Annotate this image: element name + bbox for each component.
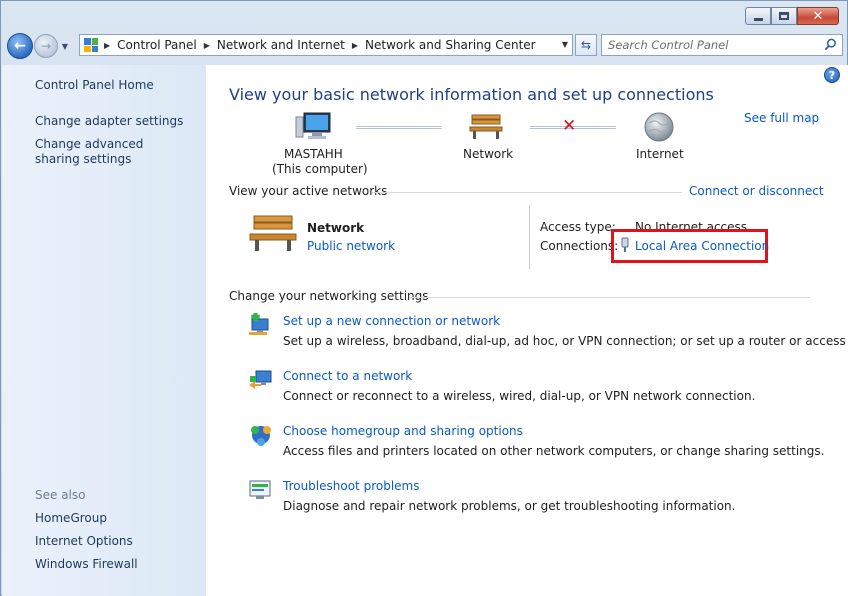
sidebar-link-control-panel-home[interactable]: Control Panel Home <box>35 78 154 93</box>
connect-network-icon <box>249 370 272 389</box>
breadcrumb-control-panel[interactable]: Control Panel <box>117 38 197 52</box>
back-button[interactable]: ← <box>7 33 33 59</box>
connect-or-disconnect-link[interactable]: Connect or disconnect <box>689 184 824 198</box>
search-icon[interactable] <box>824 38 837 51</box>
sidebar-link-homegroup[interactable]: HomeGroup <box>35 511 107 526</box>
task-desc-troubleshoot: Diagnose and repair network problems, or… <box>283 499 736 513</box>
networking-settings-heading: Change your networking settings <box>229 289 429 303</box>
close-icon: ✕ <box>812 8 824 24</box>
network-label: Network <box>463 147 514 161</box>
control-panel-icon <box>84 38 98 52</box>
task-desc-new-connection: Set up a wireless, broadband, dial-up, a… <box>283 334 848 348</box>
internet-label: Internet <box>636 147 684 161</box>
local-area-connection-link[interactable]: Local Area Connection <box>635 239 769 253</box>
minimize-button[interactable] <box>745 7 771 25</box>
arrow-left-icon: ← <box>14 38 26 54</box>
sidebar-link-change-advanced-sharing[interactable]: Change advanced sharing settings <box>35 137 185 167</box>
address-dropdown-icon[interactable]: ▼ <box>562 40 568 49</box>
bench-large-icon <box>249 215 297 251</box>
maximize-button[interactable] <box>771 7 797 25</box>
vertical-divider <box>529 205 530 269</box>
task-desc-connect-network: Connect or reconnect to a wireless, wire… <box>283 389 756 403</box>
active-networks-heading: View your active networks <box>229 184 388 198</box>
disconnected-x-icon[interactable]: ✕ <box>562 116 576 136</box>
computer-subtitle: (This computer) <box>272 162 368 176</box>
chevron-right-icon[interactable]: ▶ <box>352 41 358 50</box>
search-input[interactable] <box>608 38 808 52</box>
refresh-button[interactable]: ⇆ <box>575 34 597 56</box>
sidebar-link-windows-firewall[interactable]: Windows Firewall <box>35 557 138 572</box>
page-title: View your basic network information and … <box>229 85 714 104</box>
caption-buttons: ✕ <box>745 7 839 25</box>
section-divider <box>410 297 810 298</box>
task-link-connect-network[interactable]: Connect to a network <box>283 369 412 383</box>
help-icon: ? <box>828 68 836 82</box>
homegroup-icon <box>251 426 271 446</box>
bench-icon <box>469 114 503 139</box>
address-bar[interactable]: ▶ Control Panel ▶ Network and Internet ▶… <box>79 34 573 56</box>
see-also-heading: See also <box>35 488 86 502</box>
connection-line <box>356 126 442 129</box>
window-frame: ✕ ← → ▼ ▶ Control Panel ▶ Network and In… <box>0 0 848 596</box>
minimize-icon <box>753 17 763 21</box>
chevron-right-icon[interactable]: ▶ <box>104 41 110 50</box>
active-network-name: Network <box>307 221 365 235</box>
sidebar-link-internet-options[interactable]: Internet Options <box>35 534 133 549</box>
main-content: ? View your basic network information an… <box>206 65 848 596</box>
forward-button[interactable]: → <box>34 34 58 58</box>
search-box[interactable] <box>601 34 843 56</box>
sidebar-link-change-adapter-settings[interactable]: Change adapter settings <box>35 114 183 129</box>
task-desc-homegroup: Access files and printers located on oth… <box>283 444 825 458</box>
task-link-homegroup[interactable]: Choose homegroup and sharing options <box>283 424 523 438</box>
refresh-icon: ⇆ <box>580 38 592 52</box>
section-divider <box>372 192 682 193</box>
navigation-bar: ← → ▼ ▶ Control Panel ▶ Network and Inte… <box>7 33 843 59</box>
breadcrumb-network-and-sharing-center[interactable]: Network and Sharing Center <box>365 38 536 52</box>
access-type-label: Access type: <box>540 220 616 234</box>
troubleshoot-icon <box>249 480 271 499</box>
maximize-icon <box>779 12 789 20</box>
close-button[interactable]: ✕ <box>797 7 839 25</box>
computer-icon <box>295 112 331 139</box>
computer-name: MASTAHH <box>284 147 343 161</box>
sidebar: Control Panel Home Change adapter settin… <box>2 65 206 596</box>
globe-icon <box>644 112 674 142</box>
ethernet-icon <box>621 237 629 252</box>
task-link-new-connection[interactable]: Set up a new connection or network <box>283 314 500 328</box>
arrow-right-icon: → <box>40 39 52 53</box>
connections-label: Connections: <box>540 239 619 253</box>
new-connection-icon <box>249 313 269 335</box>
chevron-right-icon[interactable]: ▶ <box>204 41 210 50</box>
task-link-troubleshoot[interactable]: Troubleshoot problems <box>283 479 419 493</box>
recent-pages-dropdown[interactable]: ▼ <box>59 42 71 51</box>
public-network-link[interactable]: Public network <box>307 239 395 253</box>
help-button[interactable]: ? <box>824 67 840 83</box>
see-full-map-link[interactable]: See full map <box>744 111 819 125</box>
breadcrumb-network-and-internet[interactable]: Network and Internet <box>217 38 345 52</box>
